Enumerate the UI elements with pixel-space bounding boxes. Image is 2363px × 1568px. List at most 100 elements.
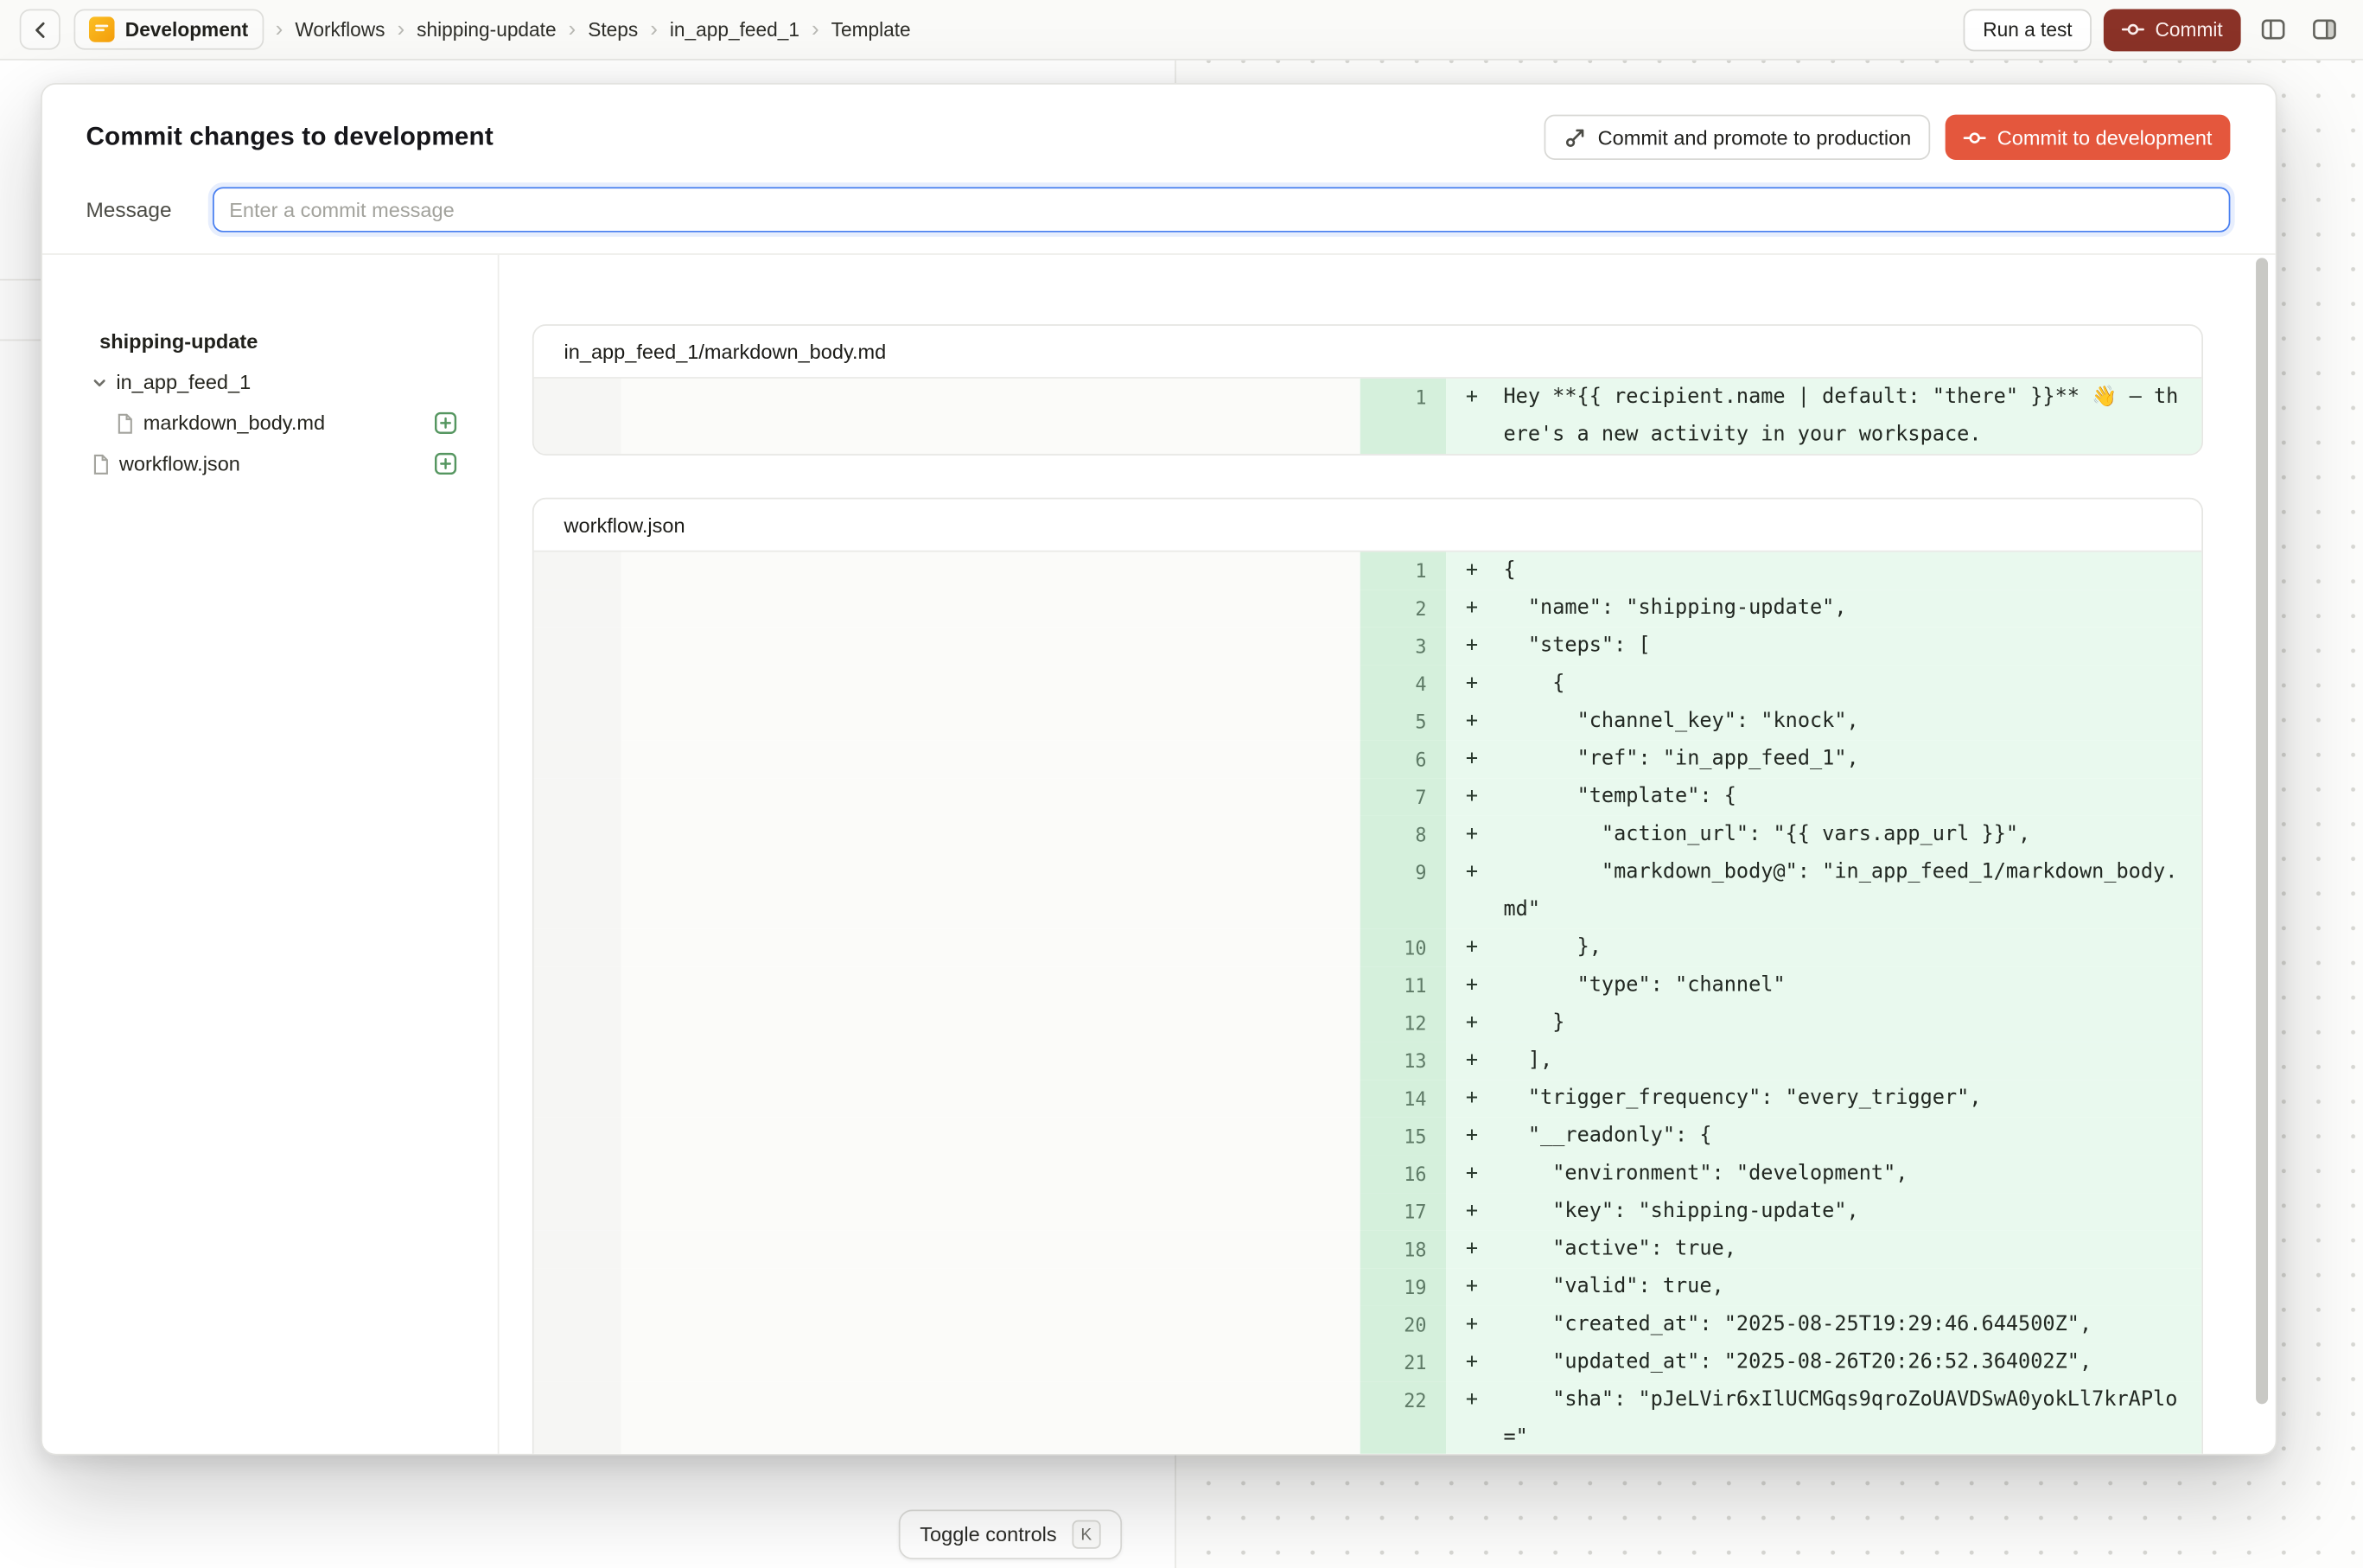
commit-message-input[interactable]	[213, 187, 2230, 232]
diff-sign-added: +	[1466, 929, 1478, 967]
commit-to-development-button[interactable]: Commit to development	[1946, 115, 2230, 160]
chevron-down-icon	[92, 375, 106, 390]
new-line-content: + "environment": "development",	[1446, 1155, 2201, 1193]
new-line-number: 1	[1360, 552, 1446, 590]
old-line-content	[621, 1004, 1360, 1042]
tree-item-workflow-json[interactable]: workflow.json	[42, 443, 498, 484]
new-line-number: 17	[1360, 1193, 1446, 1231]
commit-promote-button[interactable]: Commit and promote to production	[1544, 115, 1931, 160]
new-line-number: 16	[1360, 1155, 1446, 1193]
modal-body: shipping-update in_app_feed_1markdown_bo…	[42, 255, 2276, 1454]
tree-root-label: shipping-update	[42, 322, 498, 362]
old-line-content	[621, 778, 1360, 816]
code-text: "active": true,	[1503, 1237, 1736, 1261]
new-line-number: 14	[1360, 1080, 1446, 1118]
breadcrumb-item[interactable]: shipping-update	[417, 18, 556, 41]
diff-file-name: workflow.json	[534, 499, 2202, 551]
tree-item-in-app-feed-1[interactable]: in_app_feed_1	[42, 362, 498, 403]
diff-sign-added: +	[1466, 1306, 1478, 1344]
code-text: "type": "channel"	[1503, 972, 1785, 997]
diff-row: 9+ "markdown_body@": "in_app_feed_1/mark…	[534, 854, 2202, 929]
commit-button[interactable]: Commit	[2104, 9, 2240, 51]
panel-right-toggle[interactable]	[2304, 9, 2343, 49]
code-text: "valid": true,	[1503, 1274, 1723, 1298]
old-line-number	[534, 1193, 621, 1231]
diff-row: 16+ "environment": "development",	[534, 1155, 2202, 1193]
old-line-number	[534, 1155, 621, 1193]
diff-sign-added: +	[1466, 778, 1478, 816]
file-tree-items: in_app_feed_1markdown_body.mdworkflow.js…	[42, 362, 498, 484]
old-line-content	[621, 552, 1360, 590]
file-tree: shipping-update in_app_feed_1markdown_bo…	[42, 255, 500, 1454]
diff-rows: 1+Hey **{{ recipient.name | default: "th…	[534, 379, 2202, 454]
code-text: "trigger_frequency": "every_trigger",	[1503, 1086, 1981, 1110]
breadcrumb-separator: ›	[569, 18, 576, 41]
breadcrumb-item[interactable]: Template	[831, 18, 911, 41]
old-line-number	[534, 379, 621, 454]
new-line-number: 8	[1360, 816, 1446, 854]
run-test-button[interactable]: Run a test	[1964, 9, 2092, 51]
old-line-number	[534, 1042, 621, 1080]
diff-sign-added: +	[1466, 590, 1478, 628]
breadcrumb-item[interactable]: in_app_feed_1	[670, 18, 799, 41]
diff-sign-added: +	[1466, 665, 1478, 703]
diff-sign-added: +	[1466, 1344, 1478, 1382]
new-line-content: + "created_at": "2025-08-25T19:29:46.644…	[1446, 1306, 2201, 1344]
diff-card: workflow.json1+{2 + "name": "shipping-upd…	[532, 498, 2203, 1454]
old-line-content	[621, 741, 1360, 779]
modal-title: Commit changes to development	[86, 122, 493, 152]
breadcrumb-items: ›Workflows›shipping-update›Steps›in_app_…	[276, 18, 911, 41]
old-line-number	[534, 628, 621, 666]
breadcrumb-separator: ›	[276, 18, 283, 41]
panel-left-toggle[interactable]	[2253, 9, 2292, 49]
diff-sign-added: +	[1466, 1193, 1478, 1231]
code-text: "created_at": "2025-08-25T19:29:46.64450…	[1503, 1312, 2092, 1336]
diff-panel: in_app_feed_1/markdown_body.md1+Hey **{{…	[499, 255, 2275, 1454]
code-text: },	[1503, 935, 1601, 959]
new-line-number: 13	[1360, 1042, 1446, 1080]
old-line-number	[534, 1004, 621, 1042]
background-panel-edge	[0, 279, 41, 281]
breadcrumb-item[interactable]: Workflows	[295, 18, 385, 41]
new-line-number: 19	[1360, 1268, 1446, 1306]
toggle-controls-button[interactable]: Toggle controls K	[899, 1509, 1122, 1559]
tree-item-markdown-body-md[interactable]: markdown_body.md	[42, 403, 498, 443]
old-line-content	[621, 703, 1360, 741]
back-button[interactable]	[20, 9, 61, 49]
old-line-content	[621, 1381, 1360, 1454]
old-line-number	[534, 590, 621, 628]
old-line-content	[621, 665, 1360, 703]
diff-sign-added: +	[1466, 1231, 1478, 1269]
breadcrumb-item[interactable]: Steps	[588, 18, 638, 41]
new-line-content: + "active": true,	[1446, 1231, 2201, 1269]
diff-sign-added: +	[1466, 1042, 1478, 1080]
diff-sign-added: +	[1466, 1080, 1478, 1118]
diff-row: 10 + },	[534, 929, 2202, 967]
old-line-content	[621, 1231, 1360, 1269]
new-line-number: 10	[1360, 929, 1446, 967]
modal-scrollbar[interactable]	[2256, 258, 2268, 1404]
commit-modal: Commit changes to development Commit and…	[41, 83, 2277, 1456]
new-line-number: 5	[1360, 703, 1446, 741]
old-line-number	[534, 1306, 621, 1344]
old-line-number	[534, 854, 621, 929]
toggle-controls-kbd: K	[1072, 1520, 1100, 1549]
old-line-number	[534, 1118, 621, 1156]
new-line-content: + "action_url": "{{ vars.app_url }}",	[1446, 816, 2201, 854]
diff-row: 1+{	[534, 552, 2202, 590]
diff-row: 14 + "trigger_frequency": "every_trigger"…	[534, 1080, 2202, 1118]
new-line-number: 1	[1360, 379, 1446, 454]
code-text: "name": "shipping-update",	[1503, 596, 1846, 620]
file-icon	[92, 453, 110, 474]
file-icon	[116, 412, 134, 433]
new-line-content: + "ref": "in_app_feed_1",	[1446, 741, 2201, 779]
new-line-number: 2	[1360, 590, 1446, 628]
old-line-number	[534, 929, 621, 967]
old-line-number	[534, 1268, 621, 1306]
diff-row: 18+ "active": true,	[534, 1231, 2202, 1269]
old-line-number	[534, 816, 621, 854]
environment-selector[interactable]: Development	[73, 9, 263, 49]
old-line-number	[534, 966, 621, 1004]
diff-row: 13+ ],	[534, 1042, 2202, 1080]
diff-sign-added: +	[1466, 1268, 1478, 1306]
